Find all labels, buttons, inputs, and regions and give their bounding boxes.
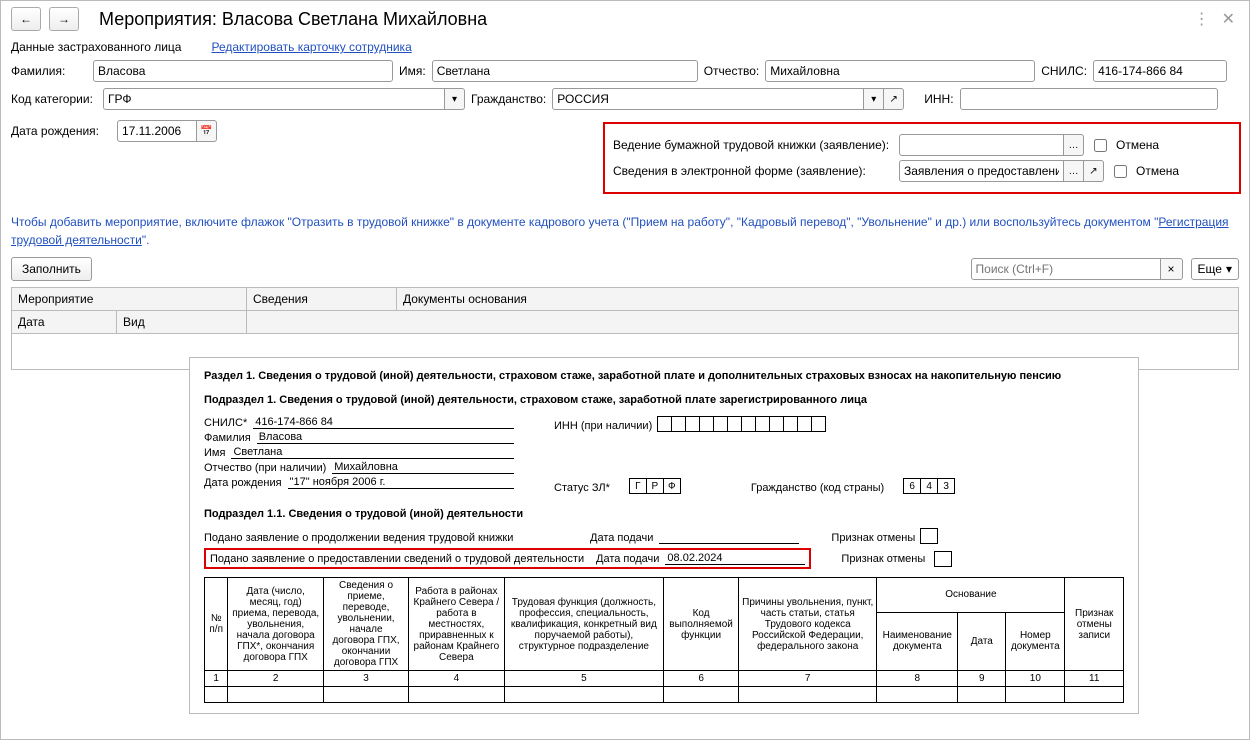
- paper-statement-select-icon[interactable]: …: [1064, 134, 1084, 156]
- surname-input[interactable]: [93, 60, 393, 82]
- pf-th-10: Номер документа: [1006, 612, 1065, 670]
- pf-surname-label: Фамилия: [204, 432, 251, 444]
- category-label: Код категории:: [11, 92, 97, 106]
- col-info[interactable]: Сведения: [247, 288, 397, 311]
- col-event[interactable]: Мероприятие: [12, 288, 247, 311]
- pf-name-label: Имя: [204, 447, 225, 459]
- pf-birthdate-label: Дата рождения: [204, 477, 282, 489]
- pf-status-boxes: Г Р Ф: [630, 478, 681, 494]
- calendar-icon[interactable]: 📅: [197, 120, 217, 142]
- pf-patronymic-value: Михайловна: [332, 461, 514, 474]
- pf-patronymic-label: Отчество (при наличии): [204, 462, 326, 474]
- pf-citizenship-label: Гражданство (код страны): [751, 482, 884, 494]
- pf-th-7: Причины увольнения, пункт, часть статьи,…: [739, 578, 877, 671]
- pf-snils-value: 416-174-866 84: [253, 416, 514, 429]
- patronymic-input[interactable]: [765, 60, 1035, 82]
- chevron-down-icon: ▾: [1226, 262, 1232, 276]
- snils-label: СНИЛС:: [1041, 64, 1087, 78]
- pf-th-5: Трудовая функция (должность, профессия, …: [504, 578, 663, 671]
- snils-input[interactable]: [1093, 60, 1227, 82]
- pf-citizenship-boxes: 6 4 3: [904, 478, 955, 494]
- patronymic-label: Отчество:: [704, 64, 760, 78]
- pf-paper-cancel-label: Признак отмены: [831, 532, 915, 544]
- pf-snils-label: СНИЛС*: [204, 417, 247, 429]
- electronic-statement-cancel-checkbox[interactable]: [1114, 165, 1127, 178]
- pf-paper-date-value: [659, 543, 799, 544]
- pf-th-8: Наименование документа: [877, 612, 958, 670]
- electronic-statement-label: Сведения в электронной форме (заявление)…: [613, 164, 893, 178]
- pf-th-2: Дата (число, месяц, год) приема, перевод…: [228, 578, 324, 671]
- electronic-statement-select-icon[interactable]: …: [1064, 160, 1084, 182]
- citizenship-chevron-down-icon[interactable]: ▾: [864, 88, 884, 110]
- name-input[interactable]: [432, 60, 698, 82]
- print-form: Раздел 1. Сведения о трудовой (иной) дея…: [189, 357, 1139, 714]
- pf-subsection1: Подраздел 1. Сведения о трудовой (иной) …: [204, 394, 1124, 406]
- statements-block: Ведение бумажной трудовой книжки (заявле…: [603, 122, 1241, 194]
- birthdate-input[interactable]: [117, 120, 197, 142]
- paper-statement-label: Ведение бумажной трудовой книжки (заявле…: [613, 138, 893, 152]
- pf-subsection11: Подраздел 1.1. Сведения о трудовой (иной…: [204, 508, 1124, 520]
- surname-label: Фамилия:: [11, 64, 87, 78]
- pf-th-1: № п/п: [205, 578, 228, 671]
- pf-birthdate-value: "17" ноября 2006 г.: [288, 476, 514, 489]
- col-empty: [247, 311, 1238, 333]
- search-clear-icon[interactable]: ×: [1161, 258, 1183, 280]
- pf-elec-cancel-label: Признак отмены: [841, 553, 925, 565]
- pf-th-6: Код выполняемой функции: [664, 578, 739, 671]
- pf-paper-stmt-label: Подано заявление о продолжении ведения т…: [204, 532, 584, 544]
- category-chevron-down-icon[interactable]: ▾: [445, 88, 465, 110]
- pf-elec-date-label: Дата подачи: [596, 553, 659, 565]
- more-button[interactable]: Еще▾: [1191, 258, 1239, 280]
- col-date[interactable]: Дата: [12, 311, 117, 333]
- citizenship-input[interactable]: [552, 88, 864, 110]
- back-button[interactable]: ←: [11, 7, 41, 31]
- edit-employee-link[interactable]: Редактировать карточку сотрудника: [211, 40, 411, 54]
- pf-status-label: Статус ЗЛ*: [554, 482, 610, 494]
- events-grid-header: Мероприятие Сведения Документы основания…: [11, 287, 1239, 334]
- search-input[interactable]: [971, 258, 1161, 280]
- pf-elec-cancel-box: [934, 551, 952, 567]
- category-input[interactable]: [103, 88, 445, 110]
- menu-icon[interactable]: ⋮: [1194, 9, 1210, 29]
- pf-th-9: Дата: [958, 612, 1006, 670]
- electronic-statement-open-icon[interactable]: ↗: [1084, 160, 1104, 182]
- inn-input[interactable]: [960, 88, 1218, 110]
- pf-th-3: Сведения о приеме, переводе, увольнении,…: [324, 578, 409, 671]
- citizenship-label: Гражданство:: [471, 92, 546, 106]
- col-docs[interactable]: Документы основания: [397, 288, 1238, 311]
- window-title: Мероприятия: Власова Светлана Михайловна: [99, 9, 1186, 30]
- name-label: Имя:: [399, 64, 426, 78]
- citizenship-open-icon[interactable]: ↗: [884, 88, 904, 110]
- fill-button[interactable]: Заполнить: [11, 257, 92, 281]
- pf-name-value: Светлана: [231, 446, 514, 459]
- pf-elec-stmt-label: Подано заявление о предоставлении сведен…: [210, 553, 590, 565]
- pf-th-11: Признак отмены записи: [1065, 578, 1124, 671]
- pf-table: № п/п Дата (число, месяц, год) приема, п…: [204, 577, 1124, 703]
- pf-surname-value: Власова: [257, 431, 514, 444]
- forward-button[interactable]: →: [49, 7, 79, 31]
- pf-elec-date-value: 08.02.2024: [665, 552, 805, 565]
- pf-electronic-stmt-highlight: Подано заявление о предоставлении сведен…: [204, 548, 811, 569]
- col-type[interactable]: Вид: [117, 311, 247, 333]
- pf-inn-boxes: [658, 416, 826, 432]
- pf-paper-date-label: Дата подачи: [590, 532, 653, 544]
- electronic-statement-input[interactable]: [899, 160, 1064, 182]
- pf-inn-label: ИНН (при наличии): [554, 420, 652, 432]
- birthdate-label: Дата рождения:: [11, 124, 111, 138]
- paper-statement-input[interactable]: [899, 134, 1064, 156]
- pf-th-8group: Основание: [877, 578, 1065, 613]
- pf-th-4: Работа в районах Крайнего Севера / работ…: [409, 578, 505, 671]
- section-label: Данные застрахованного лица: [11, 40, 181, 54]
- info-text: Чтобы добавить мероприятие, включите фла…: [1, 209, 1249, 253]
- pf-section-title: Раздел 1. Сведения о трудовой (иной) дея…: [204, 368, 1124, 384]
- paper-statement-cancel-label: Отмена: [1116, 138, 1250, 152]
- paper-statement-cancel-checkbox[interactable]: [1094, 139, 1107, 152]
- pf-paper-cancel-box: [920, 528, 938, 544]
- inn-label: ИНН:: [924, 92, 953, 106]
- electronic-statement-cancel-label: Отмена: [1136, 164, 1250, 178]
- close-icon[interactable]: ✕: [1222, 9, 1235, 29]
